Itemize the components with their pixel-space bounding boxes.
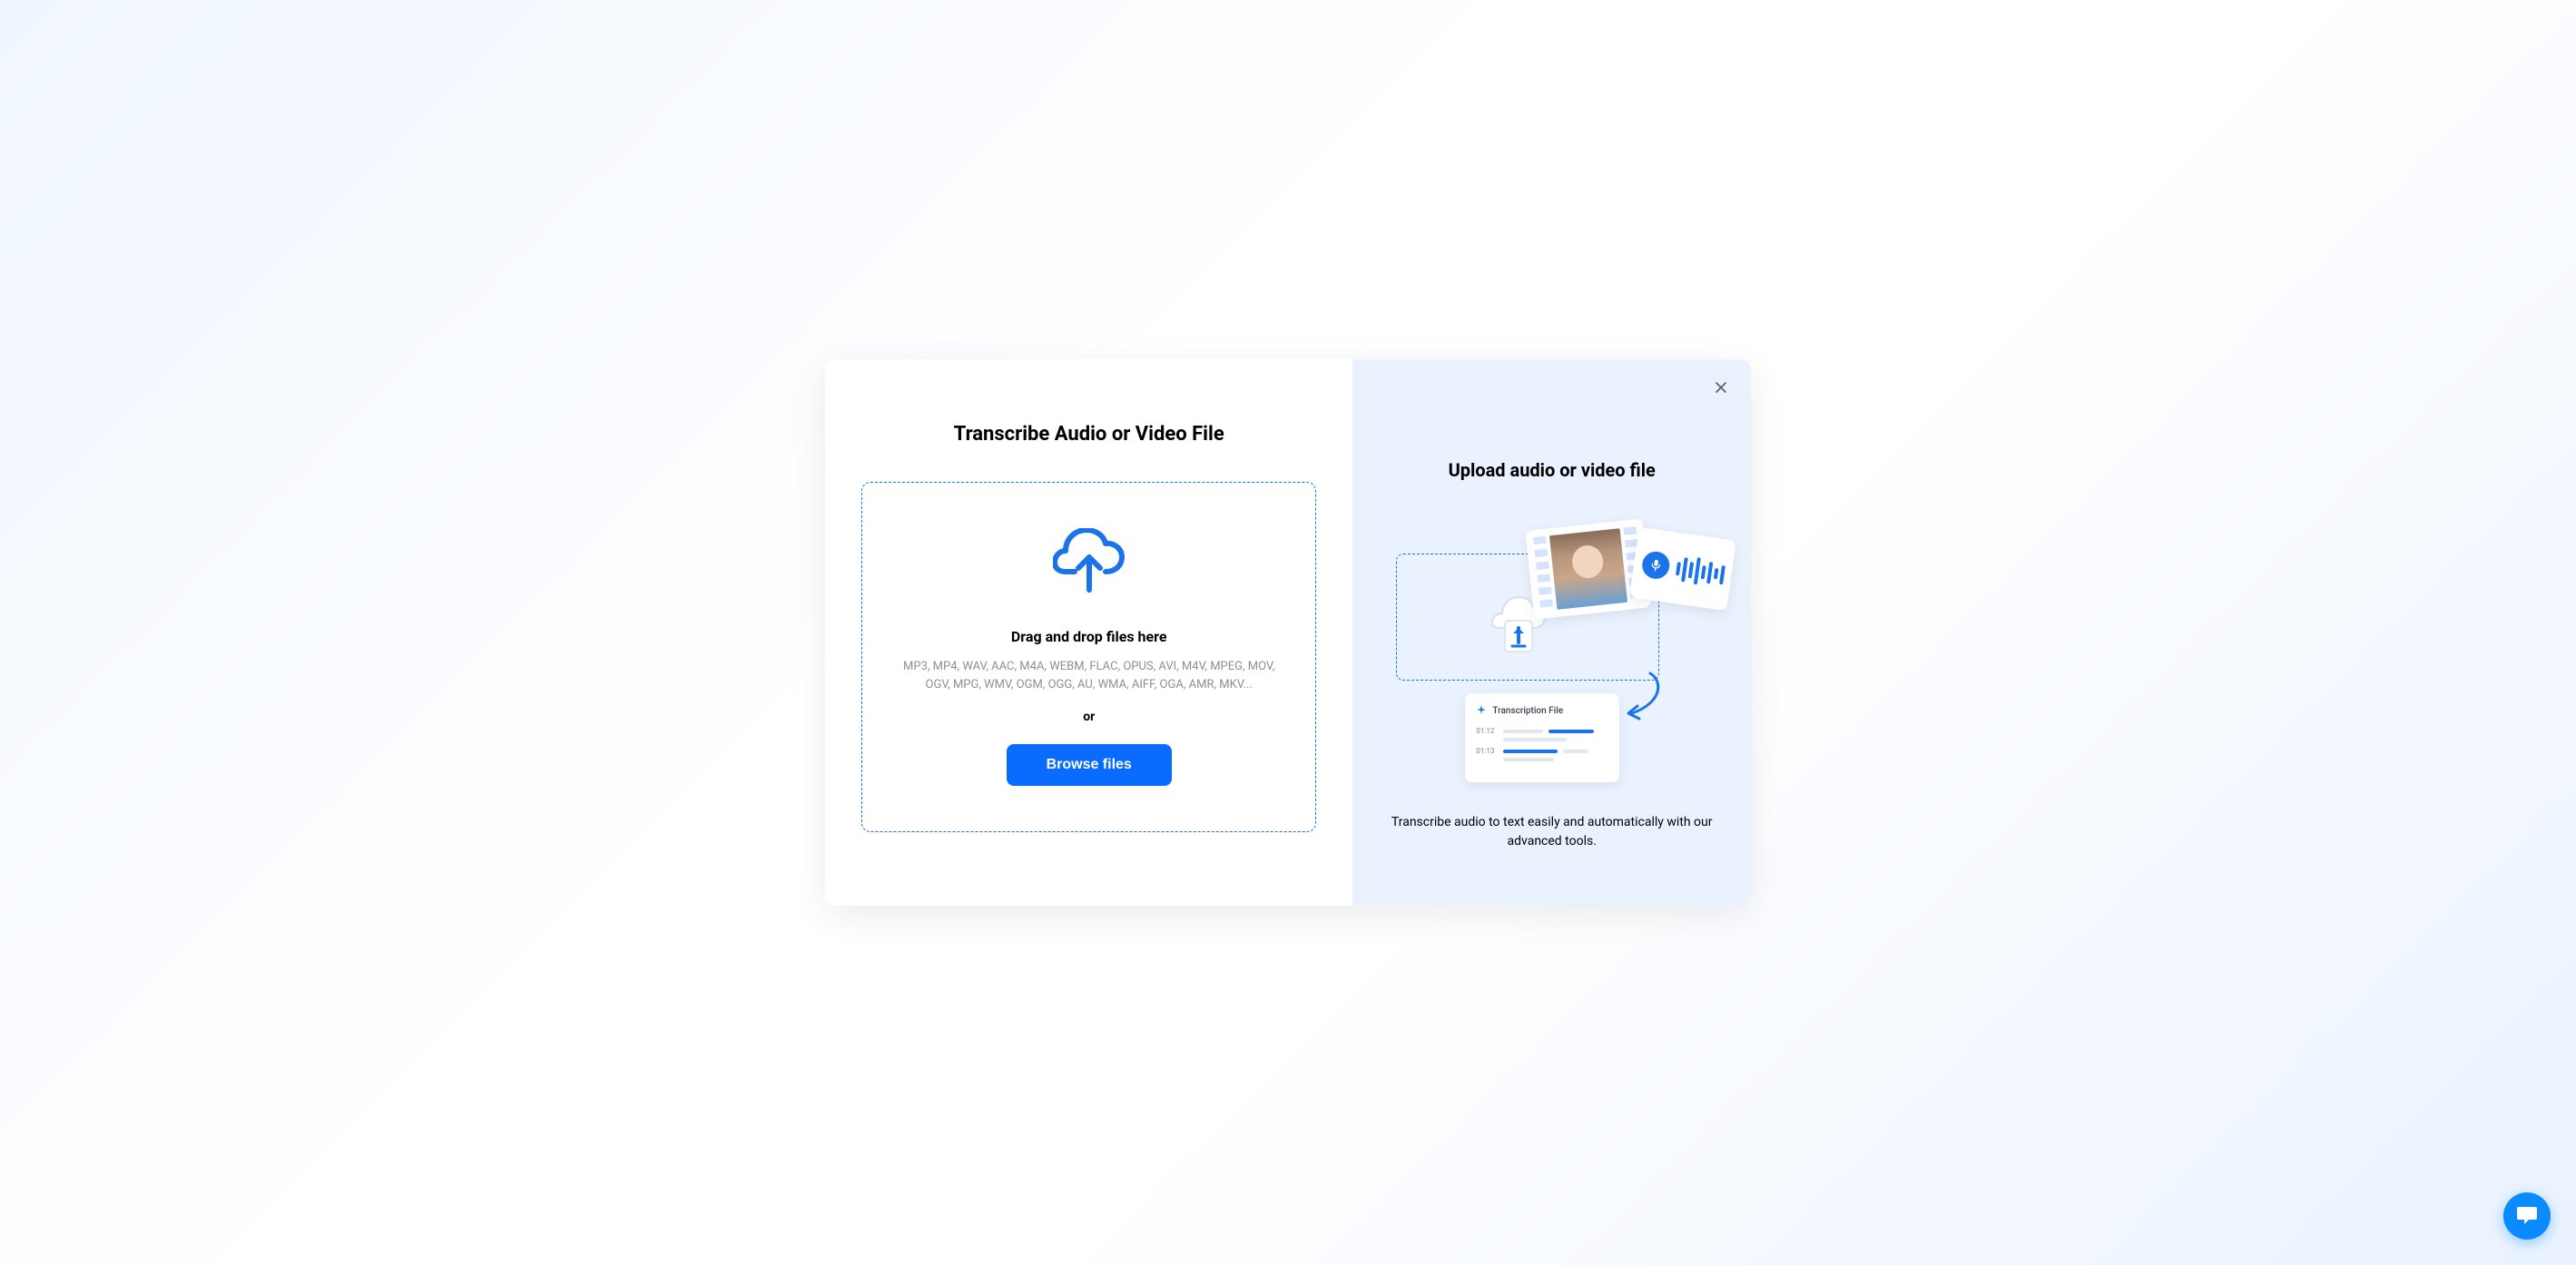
cloud-upload-icon bbox=[1053, 528, 1126, 601]
supported-formats: MP3, MP4, WAV, AAC, M4A, WEBM, FLAC, OPU… bbox=[890, 658, 1288, 693]
chat-widget-button[interactable] bbox=[2503, 1192, 2551, 1240]
upload-illustration: Transcription File 01:12 01:13 bbox=[1389, 508, 1715, 799]
upload-modal: Transcribe Audio or Video File Drag and … bbox=[825, 359, 1751, 906]
right-panel: Upload audio or video file bbox=[1352, 359, 1751, 906]
right-description: Transcribe audio to text easily and auto… bbox=[1389, 813, 1715, 851]
sparkle-icon bbox=[1476, 702, 1487, 720]
text-line bbox=[1563, 750, 1588, 753]
or-separator: or bbox=[1083, 710, 1095, 724]
timestamp-2: 01:13 bbox=[1476, 747, 1498, 755]
close-icon bbox=[1713, 385, 1729, 398]
transcript-card-title: Transcription File bbox=[1492, 706, 1563, 716]
microphone-icon bbox=[1640, 550, 1671, 581]
right-title: Upload audio or video file bbox=[1449, 459, 1656, 481]
text-line bbox=[1503, 758, 1554, 761]
left-panel: Transcribe Audio or Video File Drag and … bbox=[825, 359, 1352, 906]
text-line-active bbox=[1503, 750, 1558, 753]
waveform-icon bbox=[1675, 554, 1726, 588]
drop-instruction: Drag and drop files here bbox=[1011, 628, 1167, 645]
arrow-curve-icon bbox=[1623, 672, 1668, 730]
browse-files-button[interactable]: Browse files bbox=[1007, 744, 1172, 786]
file-dropzone[interactable]: Drag and drop files here MP3, MP4, WAV, … bbox=[861, 482, 1316, 832]
text-line bbox=[1503, 730, 1543, 733]
video-thumbnail bbox=[1549, 528, 1627, 610]
timestamp-1: 01:12 bbox=[1476, 727, 1498, 735]
chat-bubble-icon bbox=[2515, 1203, 2539, 1230]
audio-file-card bbox=[1630, 527, 1737, 611]
left-title: Transcribe Audio or Video File bbox=[954, 423, 1224, 446]
text-line bbox=[1503, 738, 1567, 741]
transcription-file-card: Transcription File 01:12 01:13 bbox=[1465, 693, 1619, 782]
text-line-active bbox=[1549, 730, 1594, 733]
close-button[interactable] bbox=[1709, 376, 1733, 402]
